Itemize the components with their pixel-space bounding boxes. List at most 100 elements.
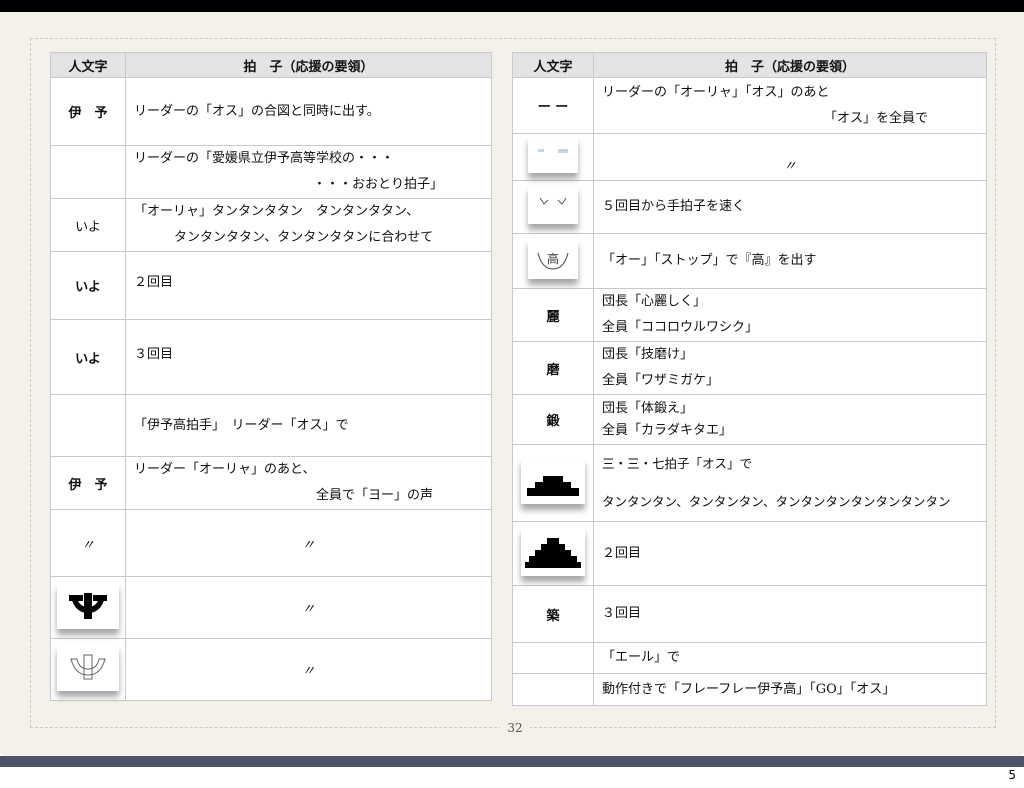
page-number: 32 (500, 721, 530, 735)
symbol-cell (512, 642, 594, 674)
crest-bold-icon (57, 582, 119, 629)
description-line: タンタンタン、タンタンタン、タンタンタンタンタンタンタン (602, 494, 951, 509)
symbol-cell: 磨 (512, 341, 594, 395)
symbol-cell (50, 394, 126, 457)
table-row: 〃 〃 (50, 509, 492, 577)
symbol-cell: 伊 予 (50, 77, 126, 146)
left-chant-table: 人文字 拍 子（応援の要領） 伊 予 リーダーの「オス」の合図と同時に出す。 リ… (50, 52, 492, 701)
table-row: 麗 団長「心麗しく」 全員「ココロウルワシク」 (512, 288, 987, 342)
header-rhythm: 拍 子（応援の要領） (125, 52, 492, 78)
description-line: ２回目 (602, 545, 642, 561)
symbol-cell: 伊 予 (50, 456, 126, 510)
description-cell: リーダーの「オーリャ」「オス」のあと 「オス」を全員で (593, 77, 987, 134)
description-cell: 「エール」で (593, 642, 987, 674)
description-line: リーダーの「オーリャ」「オス」のあと (602, 84, 830, 100)
description-line: ５回目から手拍子を速く (602, 199, 746, 214)
description-cell: 団長「技磨け」 全員「ワザミガケ」 (593, 341, 987, 395)
symbol-cell (50, 145, 126, 199)
description-cell: 「オーリャ」タンタンタタン タンタンタタン、 タンタンタタン、タンタンタタンに合… (125, 198, 492, 252)
description-line: 団長「体鍛え」 (602, 400, 694, 416)
table-row: 伊 予 リーダーの「オス」の合図と同時に出す。 (50, 77, 492, 146)
header-symbol: 人文字 (50, 52, 126, 78)
table-row: いよ ３回目 (50, 319, 492, 395)
description-line: 全員「ワザミガケ」 (602, 373, 720, 388)
symbol-cell (512, 133, 594, 181)
description-line: 「オス」を全員で (823, 110, 928, 126)
symbol-cell: いよ (50, 319, 126, 395)
table-row: ー ー リーダーの「オーリャ」「オス」のあと 「オス」を全員で (512, 77, 987, 134)
description-cell: 団長「体鍛え」 全員「カラダキタエ」 (593, 394, 987, 445)
description-cell: 〃 (125, 576, 492, 639)
table-row: 三・三・七拍子「オス」で タンタンタン、タンタンタン、タンタンタンタンタンタンタ… (512, 444, 987, 522)
table-row: 〃 (512, 133, 987, 181)
symbol-cell (512, 444, 594, 522)
header-symbol: 人文字 (512, 52, 594, 78)
header-rhythm: 拍 子（応援の要領） (593, 52, 987, 78)
svg-text:高: 高 (547, 251, 559, 266)
description-cell: ５回目から手拍子を速く (593, 180, 987, 234)
taka-crest-icon: 高 (528, 239, 578, 279)
description-line: 「伊予高拍手」 リーダー「オス」で (134, 417, 349, 433)
table-row: 「伊予高拍手」 リーダー「オス」で (50, 394, 492, 457)
table-header-row: 人文字 拍 子（応援の要領） (50, 52, 492, 78)
symbol-cell (512, 180, 594, 234)
table-row: 高 「オー」「ストップ」で『高』を出す (512, 233, 987, 289)
symbol-cell (50, 638, 126, 701)
description-cell: 「伊予高拍手」 リーダー「オス」で (125, 394, 492, 457)
description-line: 全員で「ヨー」の声 (315, 488, 433, 503)
symbol-cell: 鍛 (512, 394, 594, 445)
symbol-cell: 高 (512, 233, 594, 289)
stair-large-icon (521, 527, 585, 576)
description-line: 三・三・七拍子「オス」で (602, 456, 753, 471)
table-row: 鍛 団長「体鍛え」 全員「カラダキタエ」 (512, 394, 987, 445)
symbol-cell (512, 673, 594, 706)
description-cell: リーダーの「オス」の合図と同時に出す。 (125, 77, 492, 146)
slide-number: 5 (1008, 768, 1016, 782)
table-header-row: 人文字 拍 子（応援の要領） (512, 52, 987, 78)
crest-outline-icon (57, 644, 119, 691)
symbol-cell: いよ (50, 251, 126, 320)
symbol-cell (50, 576, 126, 639)
table-row: 〃 (50, 576, 492, 639)
table-row: いよ 「オーリャ」タンタンタタン タンタンタタン、 タンタンタタン、タンタンタタ… (50, 198, 492, 252)
description-line: ３回目 (134, 347, 174, 362)
description-line: リーダーの「愛媛県立伊予高等学校の・・・ (134, 151, 395, 166)
description-line: ２回目 (134, 275, 174, 290)
bottom-band (0, 756, 1024, 767)
description-line: 「エール」で (602, 650, 681, 665)
description-line: 団長「技磨け」 (602, 347, 694, 362)
description-line: 全員「カラダキタエ」 (602, 422, 733, 438)
description-cell: 〃 (125, 638, 492, 701)
symbol-cell: 〃 (50, 509, 126, 577)
description-line: 団長「心麗しく」 (602, 294, 707, 309)
symbol-cell: いよ (50, 198, 126, 252)
table-row: 磨 団長「技磨け」 全員「ワザミガケ」 (512, 341, 987, 395)
symbol-cell (512, 521, 594, 586)
description-cell: ３回目 (593, 585, 987, 643)
symbol-cell: 築 (512, 585, 594, 643)
right-chant-table: 人文字 拍 子（応援の要領） ー ー リーダーの「オーリャ」「オス」のあと 「オ… (512, 52, 987, 706)
description-cell: 〃 (593, 133, 987, 181)
description-cell: ２回目 (125, 251, 492, 320)
description-line: タンタンタタン、タンタンタタンに合わせて (174, 230, 434, 245)
description-cell: ２回目 (593, 521, 987, 586)
symbol-cell: 麗 (512, 288, 594, 342)
table-row: いよ ２回目 (50, 251, 492, 320)
description-line: リーダー「オーリャ」のあと、 (134, 462, 316, 477)
table-row: 「エール」で (512, 642, 987, 674)
table-row: リーダーの「愛媛県立伊予高等学校の・・・ ・・・おおとり拍子」 (50, 145, 492, 199)
description-cell: 〃 (125, 509, 492, 577)
table-row: 動作付きで「フレーフレー伊予高」「GO」「オス」 (512, 673, 987, 706)
stair-small-icon (521, 458, 585, 504)
description-cell: 団長「心麗しく」 全員「ココロウルワシク」 (593, 288, 987, 342)
description-cell: ３回目 (125, 319, 492, 395)
description-cell: リーダーの「愛媛県立伊予高等学校の・・・ ・・・おおとり拍子」 (125, 145, 492, 199)
bracket-marks-icon (528, 186, 578, 224)
table-row: ２回目 (512, 521, 987, 586)
description-cell: 三・三・七拍子「オス」で タンタンタン、タンタンタン、タンタンタンタンタンタンタ… (593, 444, 987, 522)
blank-card-icon (528, 137, 578, 173)
description-line: 「オーリャ」タンタンタタン タンタンタタン、 (134, 204, 420, 219)
table-row: ５回目から手拍子を速く (512, 180, 987, 234)
description-cell: 「オー」「ストップ」で『高』を出す (593, 233, 987, 289)
top-black-bar (0, 0, 1024, 12)
